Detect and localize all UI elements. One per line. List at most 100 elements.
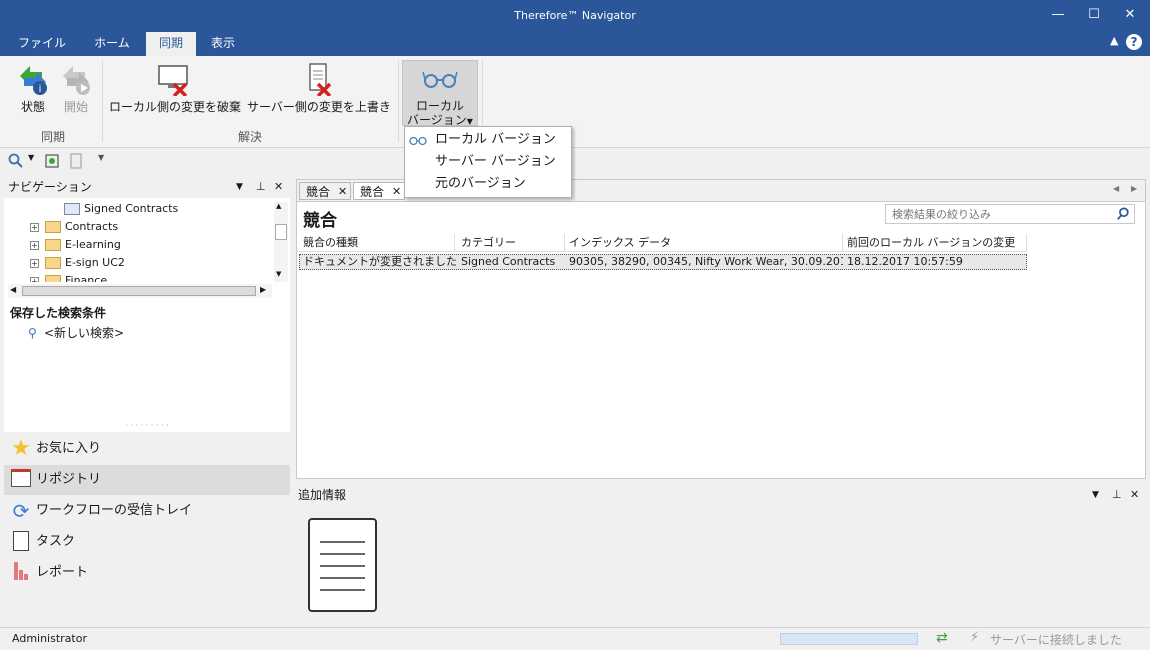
discard-local-icon — [158, 65, 188, 96]
folder-icon — [64, 203, 80, 215]
column-header-index-data[interactable]: インデックス データ — [565, 234, 843, 252]
saved-search-header: 保存した検索条件 — [4, 302, 290, 324]
status-button[interactable]: i 状態 — [10, 58, 56, 118]
folder-icon — [45, 275, 61, 282]
nav-item-repository[interactable]: リポジトリ — [4, 465, 290, 495]
pane-menu-icon[interactable]: ▼ — [1092, 490, 1099, 500]
filter-input[interactable] — [886, 205, 1112, 223]
menu-item-original-version[interactable]: 元のバージョン — [405, 173, 571, 195]
navigation-title: ナビゲーション — [8, 180, 92, 194]
sync-arrows-icon: ⇄ — [936, 630, 948, 646]
overwrite-server-icon — [309, 63, 332, 96]
tab-scroll-left-icon[interactable]: ◀ — [1113, 184, 1119, 193]
minimize-button[interactable]: — — [1043, 4, 1073, 26]
left-pane: ナビゲーション ▼ ⊥ ✕ Signed Contracts + Contract… — [4, 176, 290, 624]
new-search-item[interactable]: ⚲ <新しい検索> — [28, 324, 124, 342]
column-header-conflict-type[interactable]: 競合の種類 — [299, 234, 455, 252]
close-button[interactable]: ✕ — [1115, 4, 1145, 26]
nav-item-reports[interactable]: レポート — [4, 558, 290, 588]
tab-scroll-right-icon[interactable]: ▶ — [1131, 184, 1137, 193]
tree-horizontal-scrollbar[interactable]: ◀ ▶ — [8, 284, 272, 298]
version-dropdown-menu: ローカル バージョン サーバー バージョン 元のバージョン — [404, 126, 572, 198]
refresh-icon[interactable] — [44, 153, 60, 169]
tree-item-elearning[interactable]: + E-learning — [30, 236, 121, 254]
scroll-left-icon[interactable]: ◀ — [10, 285, 16, 294]
ribbon-tab-bar: ファイル ホーム 同期 表示 ▲ ? — [0, 32, 1150, 56]
filter-search-box[interactable] — [885, 204, 1135, 224]
svg-text:i: i — [39, 84, 42, 95]
scroll-up-icon[interactable]: ▲ — [276, 202, 281, 210]
scroll-thumb[interactable] — [22, 286, 256, 296]
expand-icon[interactable]: + — [30, 276, 39, 282]
page-title: 競合 — [303, 211, 337, 231]
scroll-down-icon[interactable]: ▼ — [276, 270, 281, 278]
table-cell: 90305, 38290, 00345, Nifty Work Wear, 30… — [569, 255, 843, 268]
tree-item-contracts[interactable]: + Contracts — [30, 218, 118, 236]
title-bar: Therefore™ Navigator — ☐ ✕ — [0, 0, 1150, 32]
tree-item-signed-contracts[interactable]: Signed Contracts — [64, 200, 178, 218]
search-dropdown-icon[interactable]: ▼ — [28, 153, 34, 162]
folder-icon — [45, 239, 61, 251]
progress-bar — [780, 633, 918, 645]
table-cell: 18.12.2017 10:57:59 — [847, 255, 963, 268]
collapse-ribbon-icon[interactable]: ▲ — [1110, 34, 1118, 47]
conflicts-view: 競合 ✕ 競合 ✕ ◀ ▶ 競合 競合の種類 カテゴリー インデックス データ … — [296, 179, 1146, 479]
discard-local-button[interactable]: ローカル側の変更を破棄 — [106, 58, 244, 118]
overwrite-server-button[interactable]: サーバー側の変更を上書き — [246, 58, 392, 118]
nav-item-favorites[interactable]: ★ お気に入り — [4, 434, 290, 464]
close-pane-icon[interactable]: ✕ — [1130, 488, 1139, 501]
tab-home[interactable]: ホーム — [80, 32, 144, 56]
export-icon[interactable] — [68, 153, 84, 169]
close-tab-icon[interactable]: ✕ — [392, 183, 401, 201]
status-bar: Administrator ⇄ ⚡ サーバーに接続しました — [0, 627, 1150, 650]
column-header-last-local-change[interactable]: 前回のローカル バージョンの変更 — [843, 234, 1027, 252]
table-cell: ドキュメントが変更されました — [303, 255, 457, 268]
search-icon[interactable] — [8, 153, 24, 169]
tree-item-esign-uc2[interactable]: + E-sign UC2 — [30, 254, 125, 272]
ribbon-separator — [102, 60, 103, 142]
additional-info-title: 追加情報 — [298, 488, 347, 502]
group-resolve-label: 解決 — [237, 130, 262, 144]
task-icon — [10, 531, 32, 553]
tab-conflicts-1[interactable]: 競合 ✕ — [299, 182, 351, 200]
search-icon: ⚲ — [28, 326, 37, 340]
help-icon[interactable]: ? — [1126, 34, 1142, 50]
tree-vertical-scrollbar[interactable]: ▲ ▼ — [274, 202, 288, 282]
column-header-category[interactable]: カテゴリー — [457, 234, 565, 252]
tab-file[interactable]: ファイル — [8, 32, 76, 56]
chevron-down-icon: ▼ — [466, 117, 473, 126]
tab-view[interactable]: 表示 — [198, 32, 248, 56]
tab-sync[interactable]: 同期 — [146, 32, 196, 56]
quick-access-toolbar: ▼ ▼ — [0, 149, 1150, 173]
splitter[interactable]: · · · · · · · · · — [4, 422, 290, 430]
nav-item-tasks[interactable]: タスク — [4, 527, 290, 557]
pin-icon[interactable]: ⊥ — [1112, 488, 1122, 501]
customize-toolbar-icon[interactable]: ▼ — [98, 153, 104, 162]
tree-item-finance[interactable]: + Finance — [30, 272, 230, 282]
scroll-thumb[interactable] — [275, 224, 287, 240]
expand-icon[interactable]: + — [30, 240, 39, 250]
sync-status-icon: i — [20, 66, 47, 95]
menu-item-server-version[interactable]: サーバー バージョン — [405, 151, 571, 173]
workflow-icon: ⟳ — [12, 499, 30, 523]
current-user: Administrator — [12, 632, 87, 645]
expand-icon[interactable]: + — [30, 258, 39, 268]
menu-item-local-version[interactable]: ローカル バージョン — [405, 129, 571, 151]
additional-info-pane: 追加情報 ▼ ⊥ ✕ — [296, 484, 1146, 624]
navigation-header: ナビゲーション ▼ ⊥ ✕ — [4, 176, 290, 198]
local-version-button[interactable]: ローカル バージョン▼ — [402, 60, 478, 127]
search-icon[interactable] — [1116, 207, 1130, 221]
close-pane-icon[interactable]: ✕ — [274, 176, 283, 198]
start-button[interactable]: 開始 — [56, 58, 96, 118]
scroll-right-icon[interactable]: ▶ — [260, 285, 266, 294]
close-tab-icon[interactable]: ✕ — [338, 183, 347, 201]
pin-icon[interactable]: ⊥ — [256, 176, 266, 198]
expand-icon[interactable]: + — [30, 222, 39, 232]
pane-menu-icon[interactable]: ▼ — [236, 176, 243, 198]
nav-item-workflow-inbox[interactable]: ⟳ ワークフローの受信トレイ — [4, 496, 290, 526]
folder-icon — [45, 257, 61, 269]
maximize-button[interactable]: ☐ — [1079, 4, 1109, 26]
document-icon — [308, 518, 377, 612]
tab-conflicts-2[interactable]: 競合 ✕ — [353, 182, 405, 200]
plug-icon: ⚡ — [970, 630, 980, 645]
